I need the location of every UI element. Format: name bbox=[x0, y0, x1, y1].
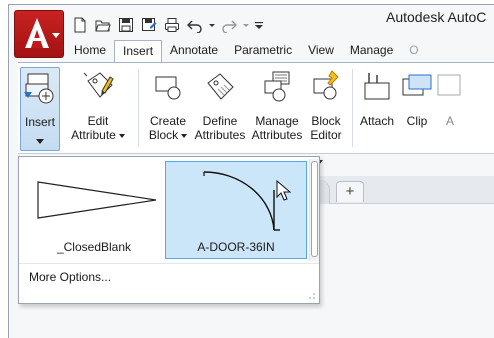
clip-button[interactable]: Clip bbox=[400, 67, 434, 151]
manage-attributes-label-2: Attributes bbox=[251, 128, 303, 142]
edit-attribute-button[interactable]: Edit Attribute bbox=[70, 67, 126, 151]
tab-overflow[interactable]: O bbox=[401, 40, 426, 62]
plot-button[interactable] bbox=[162, 15, 182, 35]
clip-icon bbox=[402, 74, 432, 96]
insert-block-icon bbox=[24, 73, 54, 104]
tab-insert[interactable]: Insert bbox=[114, 40, 163, 62]
tab-home[interactable]: Home bbox=[66, 40, 114, 62]
panel-separator bbox=[352, 69, 353, 147]
customize-icon bbox=[255, 22, 263, 29]
edit-attribute-label-row: Attribute bbox=[70, 128, 126, 142]
define-attributes-icon bbox=[207, 73, 234, 100]
create-block-button[interactable]: Create Block bbox=[144, 67, 192, 151]
insert-label: Insert bbox=[24, 115, 55, 129]
manage-attributes-label-1: Manage bbox=[255, 114, 299, 128]
chevron-down-icon bbox=[181, 133, 188, 138]
create-block-label-row: Block bbox=[144, 128, 192, 142]
new-button[interactable] bbox=[70, 15, 90, 35]
block-editor-button[interactable]: Block Editor bbox=[306, 67, 346, 151]
chevron-down-icon bbox=[36, 139, 44, 144]
redo-dropdown[interactable] bbox=[242, 15, 250, 35]
scrollbar-thumb[interactable] bbox=[311, 161, 318, 257]
panel-separator bbox=[138, 69, 139, 147]
block-editor-label-1: Block bbox=[311, 114, 341, 128]
gallery-item-closedblank[interactable]: _ClosedBlank bbox=[23, 161, 165, 259]
undo-button[interactable] bbox=[185, 15, 205, 35]
closed-blank-arrow-thumbnail bbox=[37, 181, 156, 219]
attach-icon bbox=[364, 73, 390, 100]
clip-label: Clip bbox=[406, 114, 428, 128]
ribbon-tab-strip: Home Insert Annotate Parametric View Man… bbox=[66, 40, 427, 62]
chevron-down-icon bbox=[243, 24, 249, 27]
save-as-icon bbox=[142, 18, 157, 31]
edit-attribute-label-1: Edit bbox=[87, 114, 109, 128]
autocad-logo-icon bbox=[25, 18, 49, 48]
mouse-cursor-icon bbox=[276, 180, 292, 201]
save-icon bbox=[119, 18, 133, 32]
autocad-window: Autodesk AutoC Home Insert Annotate Para… bbox=[0, 0, 494, 338]
define-attributes-label-1: Define bbox=[202, 114, 238, 128]
create-block-icon bbox=[155, 76, 181, 100]
define-attributes-label-2: Attributes bbox=[194, 128, 246, 142]
block-gallery-dropdown: _ClosedBlank A-DOOR-36IN More Options... bbox=[18, 156, 320, 304]
adjust-icon bbox=[437, 74, 461, 96]
customize-toolbar-button[interactable] bbox=[253, 15, 265, 35]
adjust-button[interactable]: A bbox=[436, 67, 464, 151]
gallery-item-name: A-DOOR-36IN bbox=[197, 240, 275, 254]
tab-manage[interactable]: Manage bbox=[342, 40, 401, 62]
redo-button[interactable] bbox=[219, 15, 239, 35]
create-block-label-2: Block bbox=[148, 128, 179, 142]
attach-label: Attach bbox=[359, 114, 395, 128]
open-icon bbox=[95, 20, 111, 32]
create-block-label-1: Create bbox=[149, 114, 187, 128]
gallery-divider bbox=[19, 263, 319, 264]
adjust-label: A bbox=[445, 114, 454, 128]
save-button[interactable] bbox=[116, 15, 136, 35]
open-button[interactable] bbox=[93, 15, 113, 35]
edit-attribute-label-2: Attribute bbox=[71, 128, 116, 142]
define-attributes-button[interactable]: Define Attributes bbox=[194, 67, 246, 151]
redo-icon bbox=[222, 20, 237, 33]
insert-block-button[interactable]: Insert bbox=[20, 67, 60, 151]
tab-parametric[interactable]: Parametric bbox=[226, 40, 300, 62]
resize-grip-icon[interactable] bbox=[308, 292, 316, 300]
tab-view[interactable]: View bbox=[300, 40, 342, 62]
undo-dropdown[interactable] bbox=[208, 15, 216, 35]
gallery-items: _ClosedBlank A-DOOR-36IN bbox=[19, 157, 309, 261]
attach-button[interactable]: Attach bbox=[356, 67, 398, 151]
window-title: Autodesk AutoC bbox=[386, 9, 487, 25]
save-as-button[interactable] bbox=[139, 15, 159, 35]
manage-attributes-button[interactable]: Manage Attributes bbox=[250, 67, 304, 151]
gallery-scrollbar[interactable] bbox=[309, 159, 319, 261]
new-drawing-tab-button[interactable]: + bbox=[336, 181, 364, 202]
chevron-down-icon bbox=[209, 24, 215, 27]
chevron-down-icon bbox=[118, 133, 125, 138]
tab-annotate[interactable]: Annotate bbox=[162, 40, 226, 62]
edit-attribute-icon bbox=[83, 72, 114, 98]
undo-icon bbox=[187, 20, 202, 33]
ribbon-panel: Insert Edit Attribute Create Block Defin… bbox=[18, 62, 494, 154]
block-editor-icon bbox=[313, 70, 339, 100]
chevron-down-icon bbox=[52, 33, 60, 38]
gallery-item-a-door-36in[interactable]: A-DOOR-36IN bbox=[165, 161, 307, 259]
quick-access-toolbar bbox=[70, 14, 265, 36]
block-editor-label-2: Editor bbox=[310, 128, 342, 142]
new-icon bbox=[74, 17, 86, 33]
application-menu-button[interactable] bbox=[14, 10, 64, 58]
more-options-link[interactable]: More Options... bbox=[29, 270, 111, 284]
plot-icon bbox=[165, 18, 179, 32]
manage-attributes-icon bbox=[264, 71, 290, 102]
gallery-item-name: _ClosedBlank bbox=[56, 240, 132, 254]
